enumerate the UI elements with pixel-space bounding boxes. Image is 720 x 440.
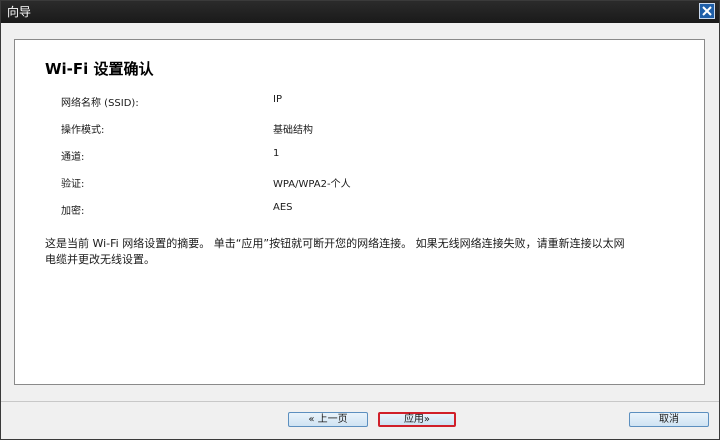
window-title: 向导 [7, 5, 32, 19]
summary-text: 这是当前 Wi-Fi 网络设置的摘要。 单击“应用”按钮就可断开您的网络连接。 … [45, 236, 645, 268]
back-button[interactable]: « 上一页 [288, 412, 368, 427]
field-value: AES [273, 202, 293, 213]
field-value: IP [273, 94, 282, 105]
field-value: WPA/WPA2-个人 [273, 179, 351, 190]
field-label: 验证: [61, 179, 85, 190]
summary-line-1: 这是当前 Wi-Fi 网络设置的摘要。 单击“应用”按钮就可断开您的网络连接。 … [45, 237, 625, 250]
field-label: 通道: [61, 152, 85, 163]
field-row-auth: 验证: WPA/WPA2-个人 [61, 175, 661, 191]
title-bar[interactable]: 向导 [1, 1, 719, 23]
field-row-channel: 通道: 1 [61, 148, 661, 164]
field-label: 操作模式: [61, 125, 105, 136]
field-value: 1 [273, 148, 280, 159]
field-row-encryption: 加密: AES [61, 202, 661, 218]
apply-button[interactable]: 应用» [378, 412, 456, 427]
close-button[interactable] [699, 3, 715, 19]
field-label: 网络名称 (SSID): [61, 98, 139, 109]
page-title: Wi-Fi 设置确认 [45, 60, 154, 78]
footer-divider [1, 401, 719, 402]
field-row-ssid: 网络名称 (SSID): IP [61, 94, 661, 110]
cancel-button[interactable]: 取消 [629, 412, 709, 427]
field-value: 基础结构 [273, 125, 313, 136]
wizard-window: 向导 Wi-Fi 设置确认 网络名称 (SSID): IP 操作模式: 基础结构… [0, 0, 720, 440]
summary-line-2: 电缆并更改无线设置。 [45, 253, 155, 266]
field-label: 加密: [61, 206, 85, 217]
close-icon [702, 6, 712, 16]
content-panel: Wi-Fi 设置确认 网络名称 (SSID): IP 操作模式: 基础结构 通道… [14, 39, 705, 385]
field-row-mode: 操作模式: 基础结构 [61, 121, 661, 137]
